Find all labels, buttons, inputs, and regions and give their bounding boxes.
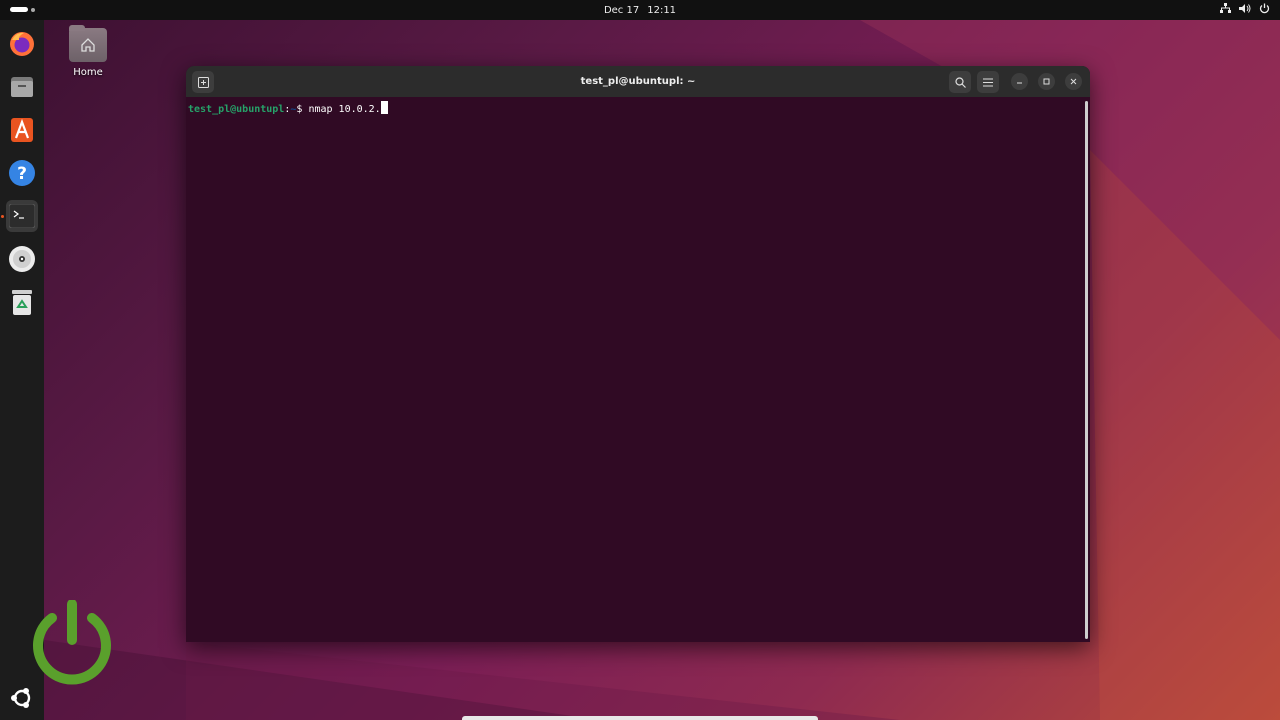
- maximize-button[interactable]: [1038, 73, 1055, 90]
- scrollbar[interactable]: [1085, 101, 1088, 639]
- minimize-button[interactable]: [1011, 73, 1028, 90]
- new-tab-icon: [197, 76, 209, 88]
- terminal-window[interactable]: test_pl@ubuntupl: ~ test_pl@ubuntupl:~$ …: [186, 66, 1090, 642]
- workspace-active-pill: [10, 7, 28, 12]
- disc-icon: [9, 246, 35, 272]
- text-cursor: [380, 101, 388, 114]
- power-icon[interactable]: [1259, 3, 1270, 14]
- desktop-home[interactable]: Home: [66, 25, 110, 78]
- dock-item-app-center[interactable]: [6, 114, 38, 146]
- dock-item-help[interactable]: ?: [6, 157, 38, 189]
- command-input[interactable]: nmap 10.0.2.: [308, 104, 380, 115]
- dock-item-terminal[interactable]: [6, 200, 38, 232]
- dock-item-trash[interactable]: [6, 286, 38, 318]
- clock-time: 12:11: [647, 4, 677, 16]
- network-icon[interactable]: [1220, 3, 1231, 14]
- prompt-user: test_pl@ubuntupl: [188, 104, 285, 115]
- system-tray[interactable]: [1220, 3, 1270, 14]
- active-indicator: [1, 215, 4, 218]
- maximize-icon: [1043, 78, 1050, 85]
- hamburger-menu-icon: [983, 77, 993, 87]
- terminal-icon: [9, 204, 35, 228]
- dock-item-files[interactable]: [6, 71, 38, 103]
- firefox-icon: [10, 32, 34, 56]
- home-label: Home: [73, 67, 103, 78]
- top-bar: Dec 17 12:11: [0, 0, 1280, 20]
- minimize-icon: [1017, 82, 1022, 84]
- window-titlebar[interactable]: test_pl@ubuntupl: ~: [186, 66, 1090, 97]
- app-center-icon: [11, 118, 33, 142]
- svg-text:?: ?: [17, 164, 27, 184]
- volume-icon[interactable]: [1239, 3, 1251, 14]
- bottom-panel-edge: [462, 716, 818, 720]
- search-button[interactable]: [949, 71, 971, 93]
- clock-date: Dec 17: [603, 4, 640, 16]
- new-tab-button[interactable]: [192, 71, 214, 93]
- menu-button[interactable]: [977, 71, 999, 93]
- prompt-symbol: $: [296, 104, 303, 115]
- window-title: test_pl@ubuntupl: ~: [580, 76, 696, 87]
- home-folder-icon: [69, 25, 107, 62]
- activities-indicator[interactable]: [10, 7, 35, 12]
- workspace-dot: [31, 7, 35, 12]
- close-icon: [1070, 78, 1077, 85]
- help-icon: ?: [9, 160, 35, 186]
- dock-item-disc[interactable]: [6, 243, 38, 275]
- clock[interactable]: Dec 17 12:11: [604, 5, 676, 16]
- close-button[interactable]: [1065, 73, 1082, 90]
- search-icon: [954, 76, 966, 88]
- files-icon: [11, 77, 33, 97]
- ubuntu-logo-icon[interactable]: [10, 686, 34, 710]
- terminal-content[interactable]: test_pl@ubuntupl:~$ nmap 10.0.2.: [186, 97, 1084, 642]
- dock-item-firefox[interactable]: [6, 28, 38, 60]
- trash-icon: [12, 290, 32, 315]
- power-logo-icon: [33, 600, 111, 685]
